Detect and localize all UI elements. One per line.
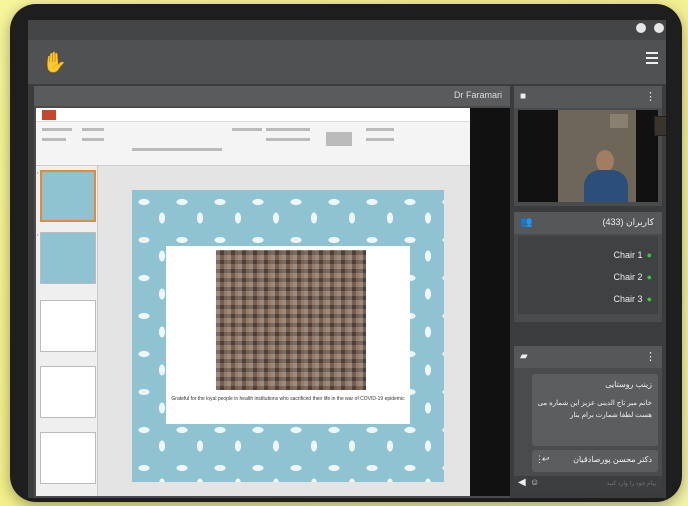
user-name: Chair 3 [613,294,643,304]
portrait-mosaic-image [216,250,366,390]
ribbon-group [232,128,262,131]
chat-sender: دکتر محسن پورصادقیان [573,455,652,464]
user-item[interactable]: Chair 1 ● [614,250,652,260]
ribbon-group [42,128,72,131]
users-icon: 👥 [520,217,533,228]
chat-icon: ▰ [520,351,528,362]
chat-message: ⋮ ↩ دکتر محسن پورصادقیان [532,450,658,472]
chat-panel-header: ▰ ⋮ [514,346,662,368]
ribbon-group [366,128,394,131]
chat-input-bar: ◀ ☺ [514,476,662,492]
speaker-head [596,150,614,172]
ribbon-group [266,128,310,131]
current-slide: Grateful for the loyal people in health … [132,190,444,482]
speaker-body [584,170,628,202]
webcam-panel-header: ■ ⋮ [514,86,662,108]
user-item[interactable]: Chair 2 ● [614,272,652,282]
slide-thumbnail[interactable] [40,170,96,222]
file-tab [42,110,56,120]
status-strip [28,20,666,40]
emoji-icon[interactable]: ☺ [530,477,539,487]
status-icon [636,23,646,33]
tablet-device: ✋ Dr Faramari ▪ ▪ Grateful for the loyal… [10,4,682,502]
webcam-video [518,110,666,202]
meeting-app: ✋ Dr Faramari ▪ ▪ Grateful for the loyal… [28,20,666,498]
hand-icon[interactable]: ✋ [42,50,67,75]
users-panel-header: 👥 کاربران (433) [514,212,662,234]
chat-sender: زینب روستایی [605,380,652,389]
ribbon-group [132,148,222,151]
camera-icon: ■ [520,91,527,102]
user-status-icon: ● [646,250,652,260]
ribbon-group [42,138,66,141]
status-icon [654,23,664,33]
users-title: کاربران (433) [602,217,654,227]
top-bar: ✋ [28,40,666,84]
slide-caption: Grateful for the loyal people in health … [171,396,405,402]
webcam-panel: ■ ⋮ [514,86,666,206]
user-name: Chair 1 [613,250,643,260]
chat-input[interactable] [544,478,656,490]
slide-editor: Grateful for the loyal people in health … [98,166,470,496]
user-item[interactable]: Chair 3 ● [614,294,652,304]
thumb-marker: ▪ [37,232,39,237]
menu-icon[interactable] [646,52,658,67]
reply-icon[interactable]: ↩ [542,454,550,465]
user-name: Chair 2 [613,272,643,282]
more-options-icon[interactable]: ⋮ [645,350,656,363]
send-icon[interactable]: ◀ [518,477,526,488]
ribbon-group [266,138,310,141]
users-panel: 👥 کاربران (433) Chair 1 ● Chair 2 ● Chair … [514,212,662,322]
wall-picture [610,114,628,128]
presentation-panel: Dr Faramari ▪ ▪ Grateful for the loyal p… [34,86,510,498]
slide-thumbnail[interactable] [40,300,96,352]
ribbon-group [326,132,352,146]
slide-thumbnail[interactable] [40,432,96,484]
ribbon-group [82,128,104,131]
slide-thumbnail[interactable] [40,366,96,418]
shared-screen: ▪ ▪ Grateful for the loyal people in hea… [36,108,470,496]
ribbon-tabs [36,108,470,122]
more-options-icon[interactable]: ⋮ [645,90,656,103]
presenter-name: Dr Faramari [453,90,502,100]
slide-content-card: Grateful for the loyal people in health … [166,246,410,424]
user-status-icon: ● [646,272,652,282]
chat-panel: ▰ ⋮ زینب روستایی خانم میر تاج الدینی عزی… [514,346,662,492]
slide-thumbnails: ▪ ▪ [36,166,98,496]
chat-message: زینب روستایی خانم میر تاج الدینی عزیز ای… [532,374,658,446]
user-status-icon: ● [646,294,652,304]
thumb-marker: ▪ [37,170,39,175]
ribbon-toolbar [36,122,470,166]
slide-thumbnail[interactable] [40,232,96,284]
chat-message-text: خانم میر تاج الدینی عزیز این شماره می هس… [537,400,652,419]
shared-screen-border [470,108,510,496]
presentation-header: Dr Faramari [34,86,510,106]
ribbon-group [366,138,394,141]
wall-shelf [654,116,666,136]
users-list: Chair 1 ● Chair 2 ● Chair 3 ● [518,236,658,314]
ribbon-group [82,138,104,141]
